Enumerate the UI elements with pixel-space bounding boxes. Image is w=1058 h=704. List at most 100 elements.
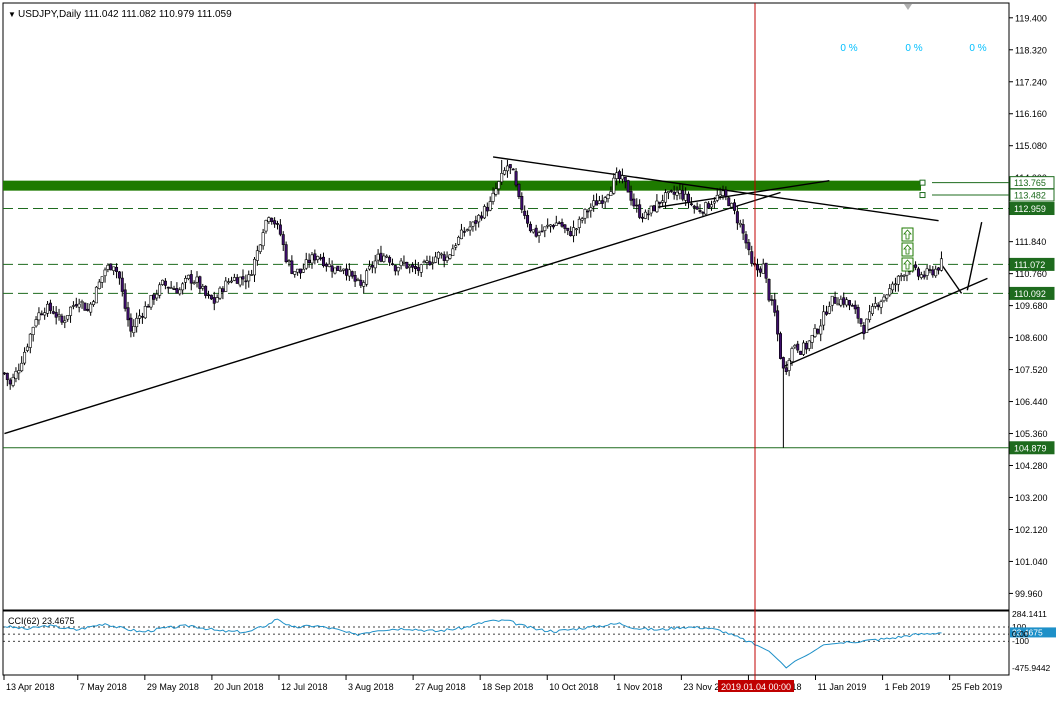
candle-body xyxy=(776,310,780,335)
candle[interactable] xyxy=(652,204,656,212)
candle-body xyxy=(11,377,15,386)
candle-body xyxy=(885,294,889,299)
candle-body xyxy=(425,260,429,263)
x-tick-label: 12 Jul 2018 xyxy=(281,682,328,692)
candle-body xyxy=(416,267,420,271)
candle[interactable] xyxy=(284,241,288,264)
candle[interactable] xyxy=(799,350,803,355)
candle-body xyxy=(454,245,458,248)
candle-body xyxy=(123,289,127,309)
candle-body xyxy=(563,224,567,229)
candle-body xyxy=(741,224,745,234)
menu-triangle-icon[interactable]: ▼ xyxy=(8,10,16,19)
candle-body xyxy=(796,343,800,351)
candle-body xyxy=(163,280,167,286)
candle-body xyxy=(733,202,737,211)
cci-indicator-label: CCI(62) 23.4675 xyxy=(8,616,75,626)
candle-body xyxy=(17,370,21,374)
candle-body xyxy=(57,314,61,317)
candle[interactable] xyxy=(218,286,222,300)
level-anchor-handle[interactable] xyxy=(919,179,926,186)
candle[interactable] xyxy=(517,183,521,200)
candle-body xyxy=(434,256,438,263)
candle-body xyxy=(514,171,518,186)
candle-body xyxy=(500,172,504,183)
candle-body xyxy=(833,297,837,304)
candle-body xyxy=(388,257,392,263)
candle-body xyxy=(755,264,759,271)
candle-body xyxy=(687,193,691,203)
y-tick-label: 119.400 xyxy=(1015,13,1047,23)
candle-body xyxy=(574,228,578,231)
candle-body xyxy=(638,204,642,218)
percent-label-3: 0 % xyxy=(969,43,986,54)
candle-body xyxy=(916,268,920,277)
candle-body xyxy=(448,254,452,259)
candle-body xyxy=(689,203,693,205)
cci-tick-label: 284.1411 xyxy=(1012,609,1047,619)
candle-body xyxy=(37,312,41,321)
candle[interactable] xyxy=(778,331,782,360)
candle-body xyxy=(184,278,188,283)
candle-body xyxy=(365,270,369,285)
y-tick-label: 103.200 xyxy=(1015,493,1048,503)
mt4-chart-window[interactable]: 284.1411 100 23.4675 0.00 -100 -475.9442 119.… xyxy=(0,0,1058,699)
candle-body xyxy=(186,274,190,279)
candle-body xyxy=(431,262,435,264)
candle-body xyxy=(635,204,639,207)
resistance-zone[interactable] xyxy=(3,180,921,191)
price-chart[interactable]: 284.141110023.46750.00-100-475.9442 119.… xyxy=(0,0,1058,699)
candle-body xyxy=(540,230,544,233)
candle-body xyxy=(758,268,762,273)
candle-body xyxy=(879,301,883,308)
candle-body xyxy=(146,305,150,308)
candle-body xyxy=(411,264,415,268)
candle-body xyxy=(793,345,797,348)
candle-body xyxy=(477,215,481,223)
candle-body xyxy=(603,197,607,203)
candle-body xyxy=(316,255,320,260)
candle-body xyxy=(534,227,538,237)
candle-body xyxy=(873,303,877,307)
candle[interactable] xyxy=(457,235,461,246)
candle-body xyxy=(618,171,622,180)
cci-tick-label: -475.9442 xyxy=(1012,663,1051,673)
candle[interactable] xyxy=(83,302,87,311)
candle-body xyxy=(14,371,18,379)
candle[interactable] xyxy=(365,268,369,287)
candle-body xyxy=(261,232,265,247)
candle[interactable] xyxy=(626,179,630,193)
candle-body xyxy=(934,268,938,277)
candle-body xyxy=(715,195,719,201)
y-tick-label: 101.040 xyxy=(1015,557,1048,567)
candle-body xyxy=(551,225,555,228)
candle-body xyxy=(928,269,932,271)
candle[interactable] xyxy=(161,279,165,286)
candle-body xyxy=(497,181,501,190)
candle[interactable] xyxy=(209,294,213,300)
level-anchor-handle[interactable] xyxy=(919,192,926,199)
candle-body xyxy=(842,297,846,305)
candle-body xyxy=(161,279,165,285)
candle-body xyxy=(750,251,754,264)
candle[interactable] xyxy=(767,278,771,303)
candle-body xyxy=(155,293,159,299)
candle-body xyxy=(511,168,515,171)
candle[interactable] xyxy=(865,318,869,333)
candle-body xyxy=(241,276,245,280)
candle[interactable] xyxy=(405,261,409,270)
candle-body xyxy=(560,222,564,227)
candle[interactable] xyxy=(704,201,708,216)
candle[interactable] xyxy=(482,204,486,220)
candle-body xyxy=(531,229,535,233)
candle-body xyxy=(51,311,55,314)
candle[interactable] xyxy=(727,196,731,207)
candle-body xyxy=(178,289,182,295)
candle[interactable] xyxy=(336,265,340,271)
candle[interactable] xyxy=(94,285,98,304)
candle-body xyxy=(293,271,297,275)
candle[interactable] xyxy=(109,263,113,271)
y-tick-label: 117.240 xyxy=(1015,77,1047,87)
candle-body xyxy=(419,264,423,273)
candle-body xyxy=(310,254,314,264)
